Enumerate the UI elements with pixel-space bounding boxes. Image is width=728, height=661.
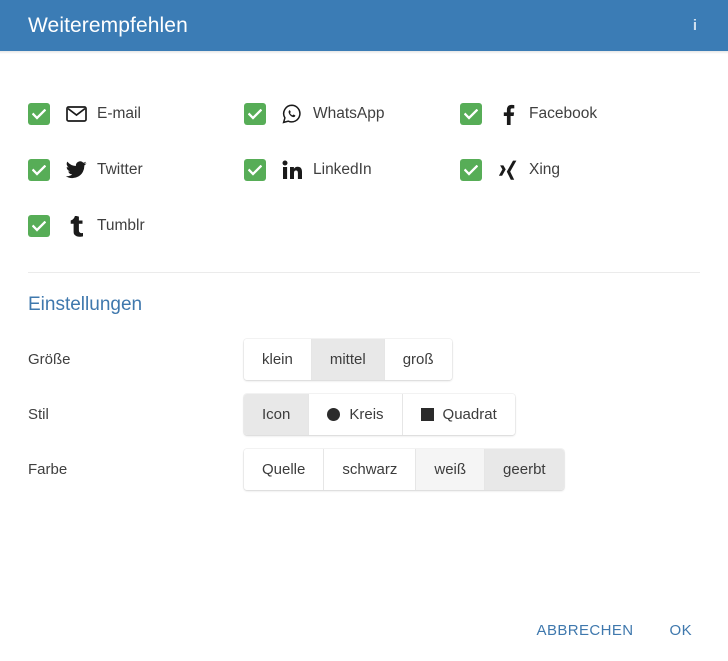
network-toggle-e-mail[interactable]: E-mail <box>28 86 244 142</box>
dialog-title: Weiterempfehlen <box>28 14 188 37</box>
option-style-quadrat[interactable]: Quadrat <box>402 394 515 435</box>
network-label: Tumblr <box>97 217 145 234</box>
option-color-wei-[interactable]: weiß <box>416 449 486 490</box>
option-label: klein <box>262 351 293 368</box>
setting-row-style: Stil Icon Kreis Quadrat <box>28 387 700 442</box>
segmented-control-color: Quelle schwarz weiß geerbt <box>244 449 564 490</box>
tumblr-icon <box>63 215 89 237</box>
setting-row-size: Größe klein mittel groß <box>28 332 700 387</box>
checkbox-checked-icon[interactable] <box>28 103 50 125</box>
option-style-icon[interactable]: Icon <box>244 394 310 435</box>
network-toggle-twitter[interactable]: Twitter <box>28 142 244 198</box>
option-label: mittel <box>329 351 366 368</box>
option-label: weiß <box>434 461 467 478</box>
checkbox-checked-icon[interactable] <box>460 103 482 125</box>
checkbox-checked-icon[interactable] <box>244 159 266 181</box>
whatsapp-icon <box>279 104 305 124</box>
option-label: groß <box>402 351 434 368</box>
network-label: Xing <box>529 161 561 178</box>
setting-label-style: Stil <box>28 406 49 423</box>
checkbox-checked-icon[interactable] <box>28 159 50 181</box>
dialog-titlebar: Weiterempfehlen i <box>0 0 728 51</box>
network-list: E-mail WhatsApp Facebook Twitter LinkedIn Xin… <box>0 54 728 254</box>
network-label: E-mail <box>97 105 141 122</box>
option-color-geerbt[interactable]: geerbt <box>485 449 564 490</box>
segmented-control-style: Icon Kreis Quadrat <box>244 394 515 435</box>
network-toggle-whatsapp[interactable]: WhatsApp <box>244 86 460 142</box>
option-label: geerbt <box>503 461 546 478</box>
network-label: LinkedIn <box>313 161 372 178</box>
option-style-kreis[interactable]: Kreis <box>309 394 403 435</box>
dialog-footer: ABBRECHEN OK <box>0 612 728 649</box>
setting-row-color: Farbe Quelle schwarz weiß geerbt <box>28 442 700 497</box>
envelope-icon <box>63 106 89 122</box>
option-size-klein[interactable]: klein <box>244 339 312 380</box>
cancel-button[interactable]: ABBRECHEN <box>523 612 648 649</box>
facebook-icon <box>495 104 521 125</box>
square-shape-icon <box>420 408 434 421</box>
checkbox-checked-icon[interactable] <box>244 103 266 125</box>
network-label: WhatsApp <box>313 105 385 122</box>
network-toggle-linkedin[interactable]: LinkedIn <box>244 142 460 198</box>
option-color-quelle[interactable]: Quelle <box>244 449 325 490</box>
linkedin-icon <box>279 160 305 180</box>
ok-button[interactable]: OK <box>656 612 706 649</box>
option-size-mittel[interactable]: mittel <box>311 339 385 380</box>
option-label: Kreis <box>349 406 384 423</box>
network-label: Facebook <box>529 105 598 122</box>
network-label: Twitter <box>97 161 143 178</box>
segmented-control-size: klein mittel groß <box>244 339 452 380</box>
option-color-schwarz[interactable]: schwarz <box>324 449 417 490</box>
section-divider <box>28 272 700 273</box>
option-label: Quelle <box>262 461 306 478</box>
option-size-gro-[interactable]: groß <box>384 339 452 380</box>
xing-icon <box>495 160 521 180</box>
settings-list: Größe klein mittel groß Stil Icon Kreis Quadrat… <box>0 332 728 497</box>
checkbox-checked-icon[interactable] <box>460 159 482 181</box>
network-toggle-tumblr[interactable]: Tumblr <box>28 198 244 254</box>
checkbox-checked-icon[interactable] <box>28 215 50 237</box>
option-label: schwarz <box>342 461 398 478</box>
settings-heading: Einstellungen <box>28 294 143 315</box>
twitter-icon <box>63 161 89 179</box>
option-label: Icon <box>262 406 291 423</box>
circle-shape-icon <box>327 408 341 421</box>
option-label: Quadrat <box>442 406 497 423</box>
network-toggle-facebook[interactable]: Facebook <box>460 86 676 142</box>
network-toggle-xing[interactable]: Xing <box>460 142 676 198</box>
setting-label-size: Größe <box>28 351 71 368</box>
setting-label-color: Farbe <box>28 461 68 478</box>
info-icon[interactable]: i <box>684 15 706 37</box>
